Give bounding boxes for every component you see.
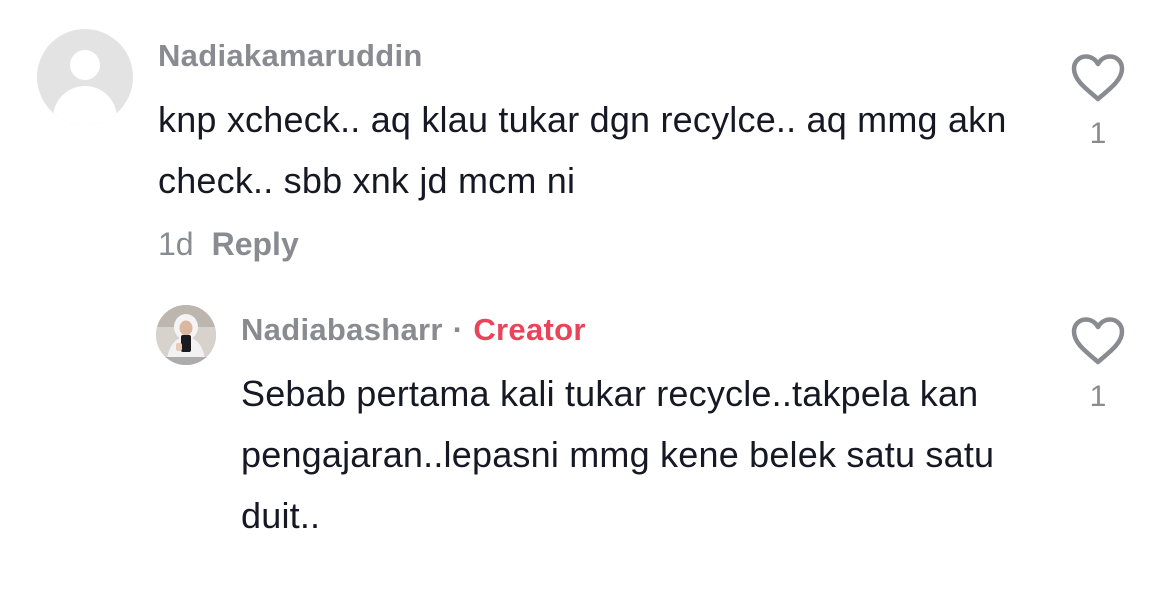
reply-username-row: Nadiabasharr · Creator <box>241 312 586 348</box>
reply-username[interactable]: Nadiabasharr <box>241 312 443 347</box>
comment-thread: Nadiakamaruddin knp xcheck.. aq klau tuk… <box>0 0 1170 611</box>
creator-badge: Creator <box>473 312 586 347</box>
reply-text: Sebab pertama kali tukar recycle..takpel… <box>241 373 995 536</box>
heart-outline-icon[interactable] <box>1070 53 1126 103</box>
comment-timestamp: 1d <box>158 226 194 262</box>
user-photo-avatar[interactable] <box>156 305 216 365</box>
comment-item: Nadiakamaruddin knp xcheck.. aq klau tuk… <box>0 0 1170 290</box>
comment-meta: 1d Reply <box>158 226 299 263</box>
heart-outline-icon[interactable] <box>1070 316 1126 366</box>
avatar-photo-graphic <box>156 305 216 365</box>
comment-like-block[interactable]: 1 <box>1068 53 1128 151</box>
reply-button[interactable]: Reply <box>212 226 299 262</box>
username-separator: · <box>452 312 464 347</box>
reply-like-block[interactable]: 1 <box>1068 316 1128 414</box>
avatar-shoulders-shape <box>53 86 117 125</box>
comment-text: knp xcheck.. aq klau tukar dgn recylce..… <box>158 99 1007 201</box>
reply-like-count: 1 <box>1089 380 1107 413</box>
comment-like-count: 1 <box>1089 117 1107 150</box>
reply-item: Nadiabasharr · Creator Sebab pertama kali … <box>0 290 1170 611</box>
comment-username[interactable]: Nadiakamaruddin <box>158 38 423 74</box>
default-avatar-icon[interactable] <box>37 29 133 125</box>
avatar-head-shape <box>70 50 100 80</box>
